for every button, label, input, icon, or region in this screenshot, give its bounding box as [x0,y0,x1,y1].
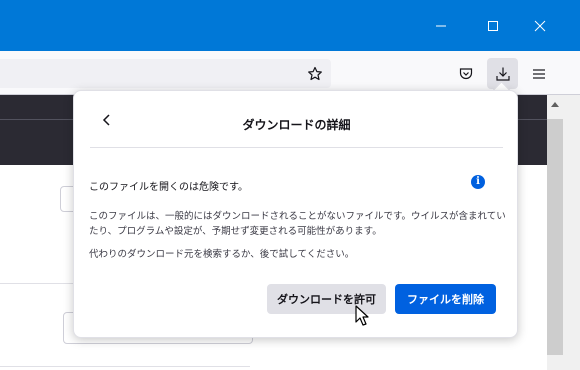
minimize-icon [436,25,446,26]
scroll-up-arrow-icon [551,102,559,107]
bookmark-button[interactable] [303,62,327,86]
danger-warning: このファイルを開くのは危険です。 [89,182,248,193]
suggestion-text: 代わりのダウンロード元を検索するか、後で試してください。 [89,249,355,260]
panel-title: ダウンロードの詳細 [242,118,351,132]
scrollbar-thumb[interactable] [547,119,563,355]
info-icon: i [471,175,485,189]
hamburger-menu-icon [533,69,545,79]
menu-button[interactable] [527,62,551,86]
mouse-cursor-icon [355,305,369,326]
bookmark-star-icon [308,66,322,81]
downloads-icon [495,67,510,81]
close-window-button[interactable] [517,0,563,51]
minimize-button[interactable] [418,0,464,51]
delete-file-button[interactable]: ファイルを削除 [395,284,496,314]
divider [0,283,73,284]
url-bar[interactable] [0,59,331,88]
close-icon [534,20,546,31]
maximize-button[interactable] [470,0,516,51]
description-text: このファイルは、一般的にはダウンロードされることがないファイルです。ウイルスが含… [89,211,506,237]
window-titlebar [0,0,580,51]
download-details-panel: ダウンロードの詳細 このファイルを開くのは危険です。 i このファイルは、一般的… [73,90,518,338]
maximize-icon [488,20,498,31]
divider [90,147,503,148]
pocket-button[interactable] [454,62,478,86]
page-scrollbar[interactable] [547,95,580,370]
pocket-icon [459,68,473,80]
divider [0,366,250,367]
